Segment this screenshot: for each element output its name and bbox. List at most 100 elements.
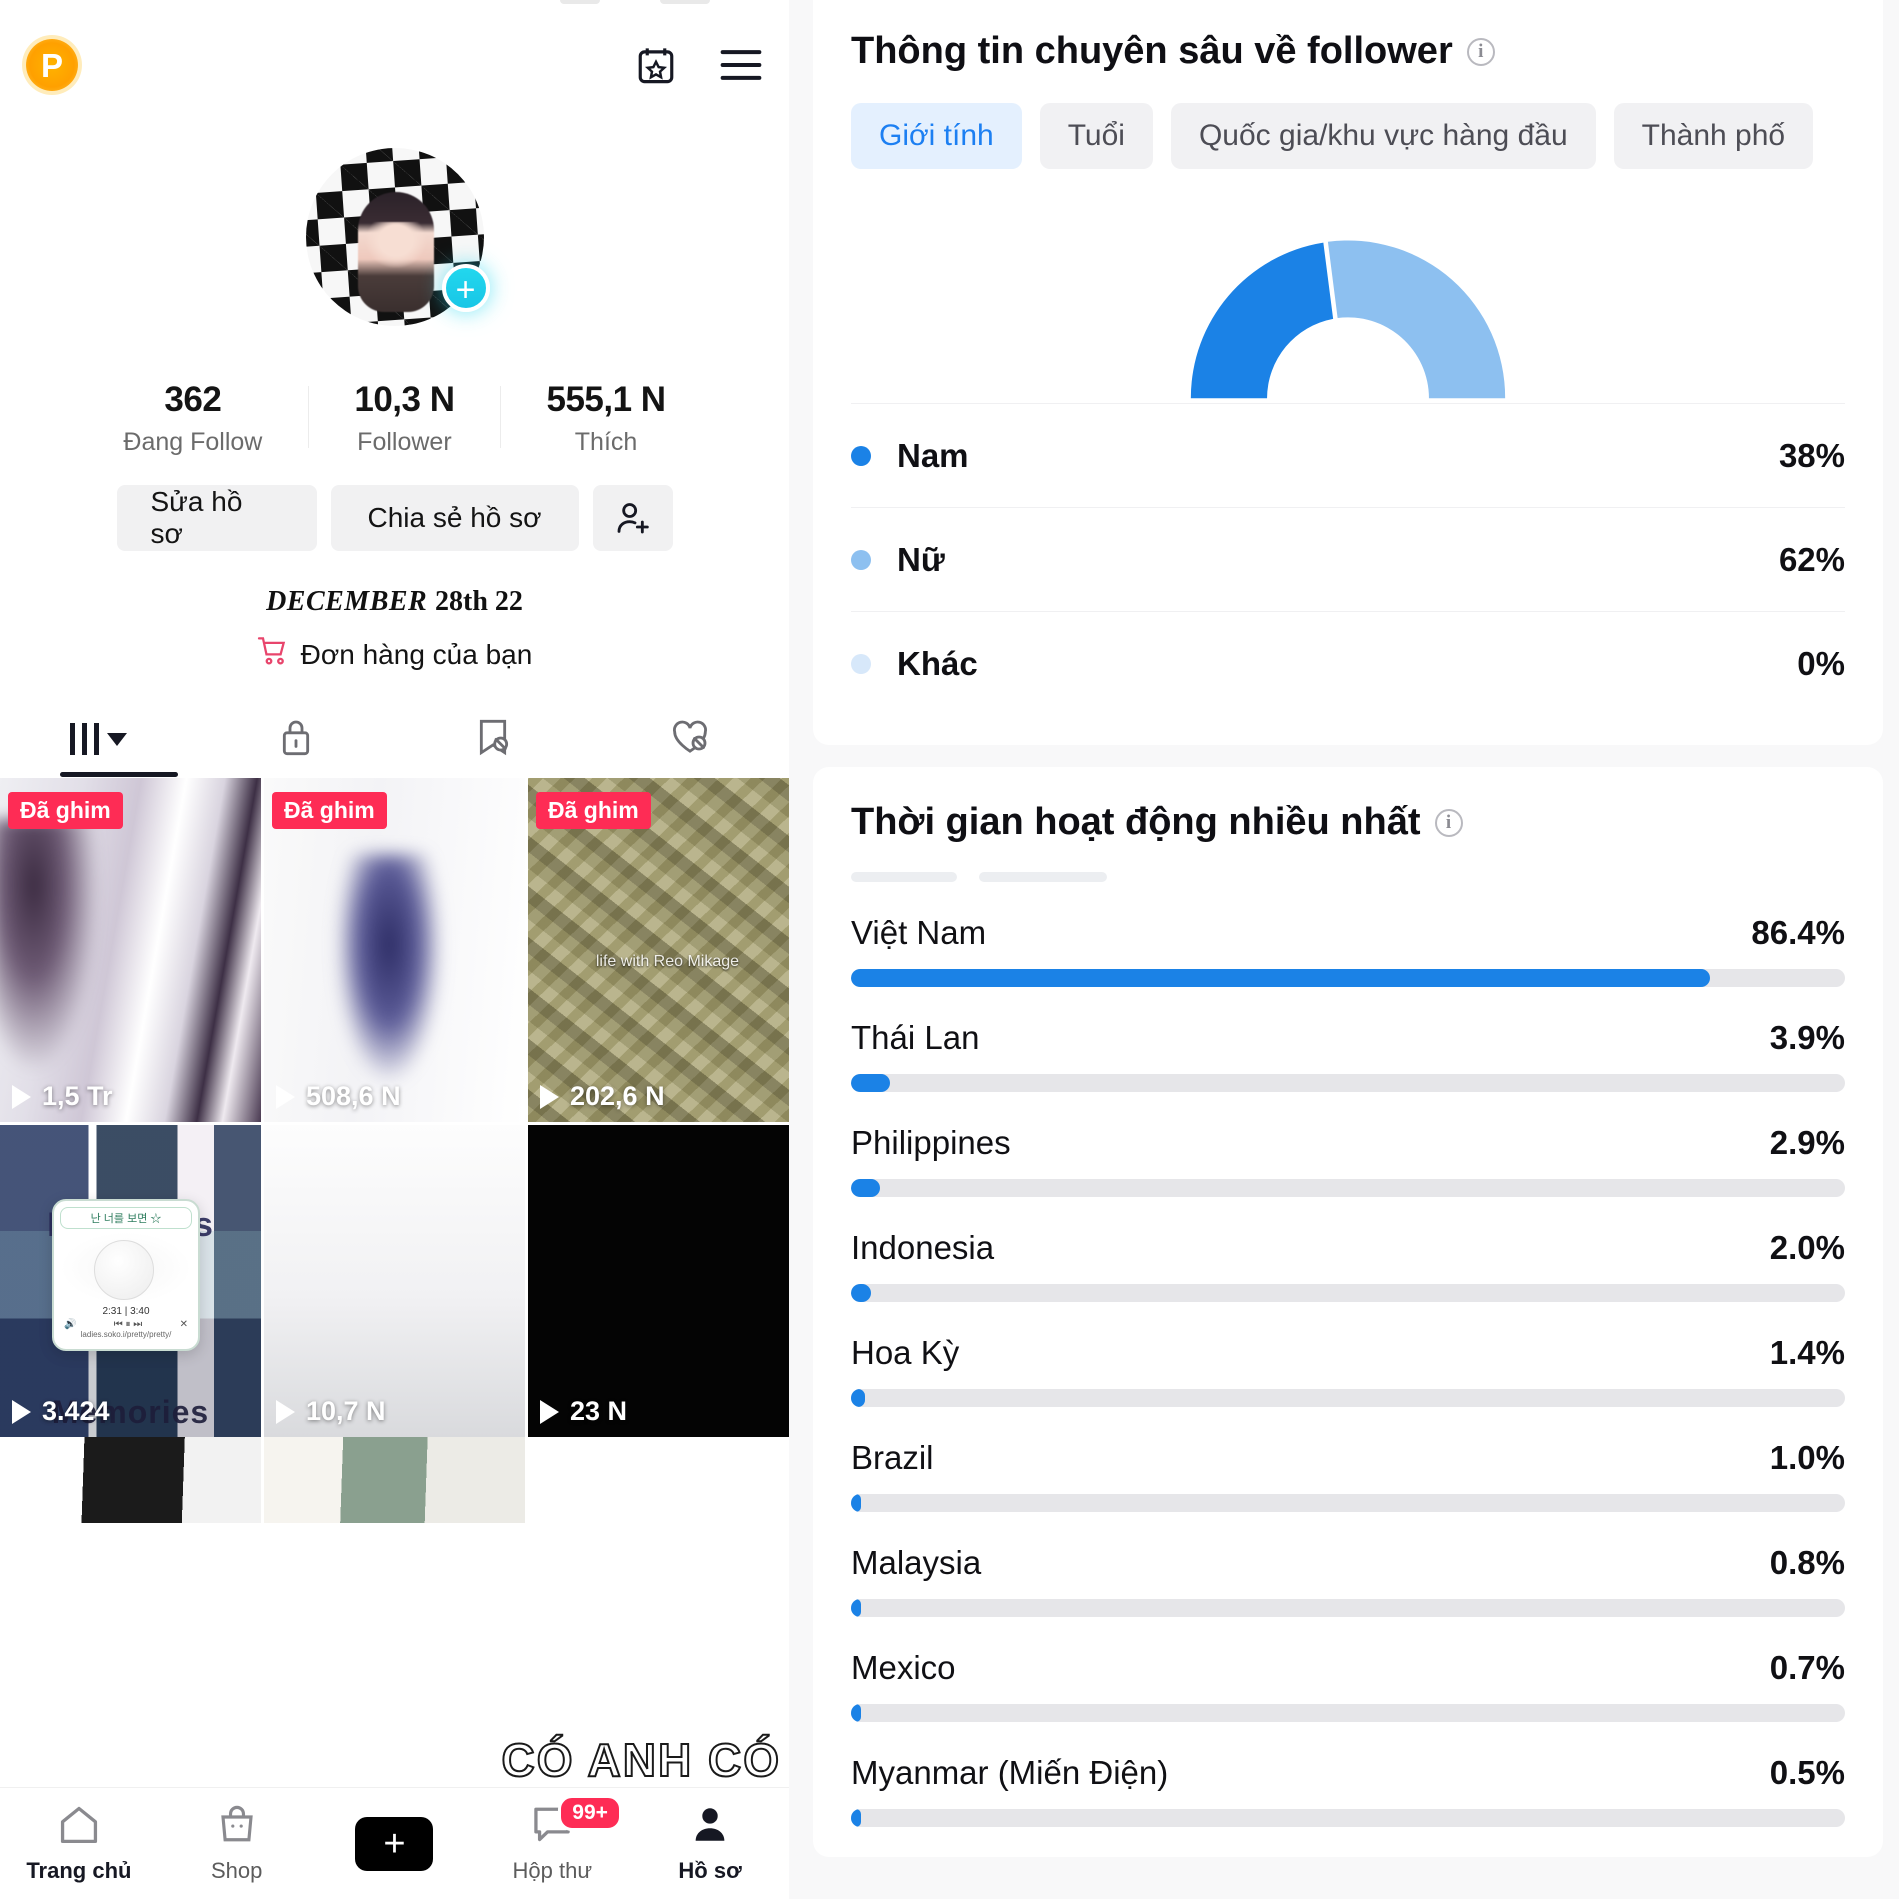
music-player-card[interactable]: 난 너를 보면 ☆ 2:31 | 3:40 🔊 ⏮ ⏸ ⏭ ✕ ladies.s… xyxy=(52,1199,200,1351)
legend-row-nam: Nam 38% xyxy=(851,403,1845,507)
play-icon xyxy=(276,1399,295,1424)
profile-top-bar: P xyxy=(0,10,789,120)
bio-date-month: DECEMBER xyxy=(266,586,428,617)
bookmark-hidden-icon xyxy=(474,717,512,762)
video-thumb[interactable]: Đã ghim 1,5 Tr xyxy=(0,778,261,1122)
nav-label: Shop xyxy=(211,1858,263,1883)
cart-icon xyxy=(257,636,289,673)
play-icon xyxy=(276,1084,295,1109)
pinned-badge: Đã ghim xyxy=(536,792,651,829)
music-title: 난 너를 보면 ☆ xyxy=(60,1207,192,1229)
info-icon[interactable]: i xyxy=(1466,37,1495,66)
video-thumb[interactable] xyxy=(528,1437,789,1523)
profile-watermark: CÓ ANH CÓ xyxy=(500,1733,781,1787)
video-thumb[interactable]: 10,7 N xyxy=(264,1125,525,1437)
play-icon xyxy=(540,1084,559,1109)
sidebar-item-liked-tab[interactable] xyxy=(592,703,789,775)
video-thumb[interactable]: 23 N xyxy=(528,1125,789,1437)
gauge-segment-nu xyxy=(1327,240,1506,399)
bar-fill xyxy=(851,1704,861,1722)
edit-profile-button[interactable]: Sửa hồ sơ xyxy=(116,485,317,551)
bar-label: Hoa Kỳ xyxy=(851,1334,960,1371)
nav-item-home[interactable]: Trang chủ xyxy=(0,1803,158,1884)
tab-age[interactable]: Tuổi xyxy=(1039,103,1153,169)
stat-following[interactable]: 362 Đang Follow xyxy=(77,380,308,457)
bar-label: Indonesia xyxy=(851,1229,995,1266)
bar-header: Malaysia 0.8% xyxy=(851,1544,1845,1582)
stat-label: Follower xyxy=(357,428,452,456)
bar-item: Việt Nam 86.4% xyxy=(851,914,1845,987)
bar-fill xyxy=(851,1599,861,1617)
legend-value: 62% xyxy=(1778,540,1845,578)
view-count: 202,6 N xyxy=(540,1081,665,1112)
bar-item: Indonesia 2.0% xyxy=(851,1229,1845,1302)
legend-dot xyxy=(851,445,871,466)
tab-cities[interactable]: Thành phố xyxy=(1613,103,1814,169)
hamburger-menu-icon[interactable] xyxy=(719,48,763,82)
avatar[interactable]: + xyxy=(305,148,490,326)
nav-item-profile[interactable]: Hồ sơ xyxy=(631,1803,789,1884)
transport-icons[interactable]: ⏮ ⏸ ⏭ xyxy=(114,1319,143,1330)
page-title: Thông tin chuyên sâu về follower i xyxy=(851,30,1845,73)
add-avatar-plus-icon[interactable]: + xyxy=(441,264,490,312)
stat-followers[interactable]: 10,3 N Follower xyxy=(308,380,500,457)
status-bar xyxy=(0,0,789,10)
add-person-icon[interactable] xyxy=(592,485,673,551)
nav-label: Hộp thư xyxy=(512,1858,593,1883)
nav-item-create[interactable]: + xyxy=(316,1816,474,1871)
bar-value: 86.4% xyxy=(1751,914,1845,951)
close-icon[interactable]: ✕ xyxy=(180,1319,188,1330)
sidebar-item-grid-tab[interactable] xyxy=(0,703,197,775)
bar-label: Malaysia xyxy=(851,1544,982,1581)
sidebar-item-saved-tab[interactable] xyxy=(395,703,592,775)
nav-item-shop[interactable]: Shop xyxy=(158,1803,316,1884)
volume-icon[interactable]: 🔊 xyxy=(64,1319,76,1330)
bar-value: 0.7% xyxy=(1769,1649,1845,1686)
sidebar-item-private-tab[interactable] xyxy=(197,703,394,775)
music-artwork xyxy=(60,1232,192,1304)
video-thumb[interactable]: Đã ghim life with Reo Mikage 202,6 N xyxy=(528,778,789,1122)
activity-card: Thời gian hoạt động nhiều nhất i Việt Na… xyxy=(813,767,1883,1857)
tab-gender[interactable]: Giới tính xyxy=(851,103,1022,169)
avatar-portrait xyxy=(357,192,434,312)
share-profile-button[interactable]: Chia sẻ hồ sơ xyxy=(330,485,579,551)
person-icon xyxy=(689,1803,731,1850)
calendar-star-icon[interactable] xyxy=(635,43,677,87)
view-count: 10,7 N xyxy=(276,1396,386,1427)
bar-track xyxy=(851,1704,1845,1722)
bar-track xyxy=(851,1284,1845,1302)
bar-track xyxy=(851,969,1845,987)
bar-value: 0.5% xyxy=(1769,1754,1845,1791)
bar-header: Thái Lan 3.9% xyxy=(851,1019,1845,1057)
active-tab-indicator xyxy=(60,772,178,777)
bar-value: 3.9% xyxy=(1769,1019,1845,1056)
view-count: 3.424 xyxy=(12,1396,110,1427)
bar-item: Myanmar (Miến Điện) 0.5% xyxy=(851,1754,1845,1827)
bar-label: Myanmar (Miến Điện) xyxy=(851,1754,1169,1791)
create-plus-icon[interactable]: + xyxy=(345,1816,444,1871)
video-thumb[interactable] xyxy=(264,1437,525,1523)
video-thumb[interactable]: Đã ghim 508,6 N xyxy=(264,778,525,1122)
music-controls[interactable]: 🔊 ⏮ ⏸ ⏭ ✕ xyxy=(60,1317,192,1330)
stat-label: Thích xyxy=(574,428,638,456)
bar-header: Việt Nam 86.4% xyxy=(851,914,1845,952)
shop-bag-icon xyxy=(216,1803,258,1850)
tab-top-countries[interactable]: Quốc gia/khu vực hàng đầu xyxy=(1170,103,1596,169)
loading-placeholder xyxy=(851,872,1845,882)
orders-link[interactable]: Đơn hàng của bạn xyxy=(0,636,789,673)
bar-value: 2.9% xyxy=(1769,1124,1845,1161)
info-icon[interactable]: i xyxy=(1434,808,1463,837)
stat-value: 10,3 N xyxy=(354,380,455,419)
legend-label: Nữ xyxy=(897,540,945,578)
nav-item-inbox[interactable]: 99+ Hộp thư xyxy=(473,1795,631,1884)
video-thumb[interactable] xyxy=(0,1437,261,1523)
bottom-navigation: Trang chủ Shop + 99+ Hộp thư Hồ sơ xyxy=(0,1787,789,1899)
follower-insights-title: Thông tin chuyên sâu về follower xyxy=(851,30,1453,72)
profile-stats: 362 Đang Follow 10,3 N Follower 555,1 N … xyxy=(0,380,789,457)
bio-date-day: 28th 22 xyxy=(435,586,523,617)
stat-likes[interactable]: 555,1 N Thích xyxy=(500,380,711,457)
bar-label: Thái Lan xyxy=(851,1019,980,1056)
pinned-badge: Đã ghim xyxy=(8,792,123,829)
nav-label: Hồ sơ xyxy=(678,1858,742,1883)
rewards-p-badge[interactable]: P xyxy=(26,39,78,91)
